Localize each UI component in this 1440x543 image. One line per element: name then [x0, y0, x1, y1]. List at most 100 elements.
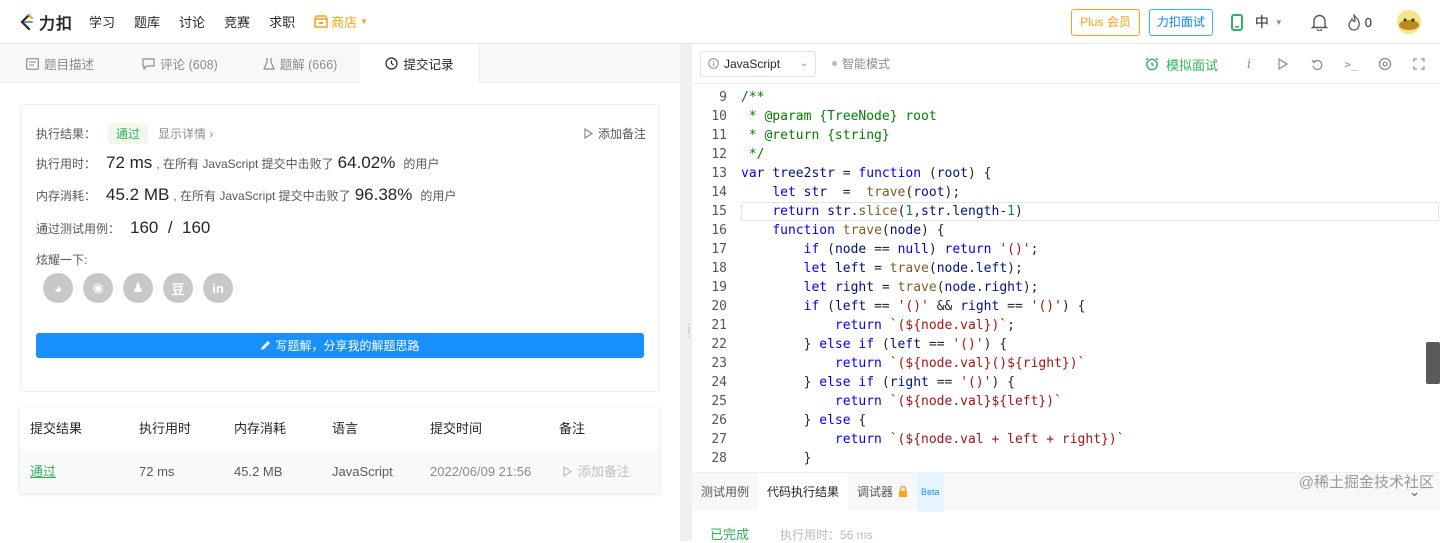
problem-tabs: 题目描述 评论 (608) 题解 (666) 提交记录: [0, 44, 680, 83]
tab-submissions[interactable]: 提交记录: [360, 44, 480, 83]
info-italic-icon[interactable]: i: [1232, 57, 1266, 72]
code-line[interactable]: 14 let str = trave(root);: [692, 183, 1440, 202]
code-line[interactable]: 27 return `(${node.val + left + right})`: [692, 430, 1440, 449]
memory-users: 的用户: [420, 188, 457, 203]
tab-solutions[interactable]: 题解 (666): [240, 44, 360, 83]
code-text: let str = trave(root);: [772, 185, 961, 200]
code-line[interactable]: 16 function trave(node) {: [692, 221, 1440, 240]
run-icon[interactable]: [1266, 58, 1300, 70]
editor-scrollbar[interactable]: [1426, 342, 1440, 384]
qq-icon[interactable]: ♟: [123, 273, 153, 303]
code-line[interactable]: 24 } else if (right == '()') {: [692, 373, 1440, 392]
nav-link-store[interactable]: 商店 ▼: [314, 12, 368, 31]
code-line[interactable]: 17 if (node == null) return '()';: [692, 240, 1440, 259]
alarm-icon: [1145, 57, 1159, 71]
language-switch[interactable]: 中 ▼: [1255, 0, 1283, 44]
code-line[interactable]: 26 } else {: [692, 411, 1440, 430]
runtime-percent: 64.02%: [337, 153, 396, 172]
tab-testcase[interactable]: 测试用例: [692, 473, 758, 511]
code-line[interactable]: 9 /**: [692, 88, 1440, 107]
col-header-runtime: 执行用时: [139, 421, 192, 436]
editor-panel: JavaScript ⌄ 智能模式 模拟面试 i >_ 9 /** 10 * @pa…: [692, 44, 1440, 542]
tab-label: 评论 (608): [160, 58, 218, 72]
row-status-link[interactable]: 通过: [30, 450, 56, 493]
code-text: if (node == null) return '()';: [803, 242, 1039, 257]
tab-description[interactable]: 题目描述: [0, 44, 120, 83]
dot-icon: [832, 61, 837, 66]
code-text: var tree2str = function (root) {: [741, 166, 992, 181]
interview-button[interactable]: 力扣面试: [1148, 8, 1213, 36]
fullscreen-icon[interactable]: [1402, 58, 1436, 70]
run-status: 已完成: [710, 527, 750, 542]
tab-debugger[interactable]: 调试器 Beta: [848, 471, 953, 512]
tab-run-result[interactable]: 代码执行结果: [758, 472, 849, 511]
nav-link-problems[interactable]: 题库: [134, 12, 160, 31]
code-editor[interactable]: 9/** 10 * @param {TreeNode} root 11 * @ret…: [692, 88, 1440, 472]
wechat-icon[interactable]: ◕: [43, 273, 73, 303]
code-line[interactable]: 22 } else if (left == '()') {: [692, 335, 1440, 354]
settings-icon[interactable]: [1368, 57, 1402, 71]
row-time: 2022/06/09 21:56: [430, 464, 532, 479]
result-row: 执行结果： 通过 显示详情 › 添加备注: [36, 123, 646, 144]
row-add-note-button[interactable]: 添加备注: [563, 450, 630, 493]
code-text: } else if (left == '()') {: [741, 337, 1008, 352]
code-line[interactable]: 18 let left = trave(node.left);: [692, 259, 1440, 278]
share-label: 炫耀一下:: [36, 253, 88, 267]
douban-icon[interactable]: 豆: [163, 273, 193, 303]
code-line[interactable]: 20 if (left == '()' && right == '()') {: [692, 297, 1440, 316]
line-number: 19: [711, 280, 727, 295]
add-note-button[interactable]: 添加备注: [584, 125, 646, 142]
points[interactable]: 0: [1347, 0, 1372, 44]
bell-icon[interactable]: [1309, 0, 1331, 44]
nav-link-learn[interactable]: 学习: [89, 12, 115, 31]
memory-text: , 在所有 JavaScript 提交中击败了: [173, 188, 351, 203]
code-line[interactable]: 12 */: [692, 145, 1440, 164]
details-link[interactable]: 显示详情 ›: [158, 125, 213, 142]
code-text: return `(${node.val}()${right})`: [834, 356, 1086, 371]
code-line[interactable]: 15 return str.slice(1,str.length-1): [692, 202, 1440, 221]
plus-member-button[interactable]: Plus 会员: [1071, 8, 1140, 36]
code-text: return `(${node.val + left + right})`: [834, 432, 1125, 447]
code-line[interactable]: 23 return `(${node.val}()${right})`: [692, 354, 1440, 373]
mobile-icon[interactable]: [1227, 0, 1247, 44]
mock-interview-label: 模拟面试: [1165, 57, 1218, 73]
nav-link-contest[interactable]: 竞赛: [224, 12, 250, 31]
code-line[interactable]: 19 let right = trave(node.right);: [692, 278, 1440, 297]
language-value: JavaScript: [724, 56, 781, 71]
nav-link-jobs[interactable]: 求职: [269, 12, 295, 31]
linkedin-icon[interactable]: in: [203, 273, 233, 303]
panel-resizer[interactable]: ⋮ ⋮: [680, 44, 694, 541]
weibo-icon[interactable]: ◉: [83, 273, 113, 303]
mock-interview-button[interactable]: 模拟面试: [1145, 55, 1218, 74]
status-badge: 通过: [108, 123, 149, 144]
runtime-value: 72 ms: [106, 153, 153, 172]
code-line[interactable]: 13 var tree2str = function (root) {: [692, 164, 1440, 183]
code-line[interactable]: 10 * @param {TreeNode} root: [692, 107, 1440, 126]
memory-label: 内存消耗：: [36, 188, 97, 203]
code-text: } else if (right == '()') {: [741, 375, 1015, 390]
avatar[interactable]: [1396, 0, 1422, 44]
runtime-label: 执行用时：: [36, 156, 97, 171]
code-line[interactable]: 25 return `(${node.val}${left})`: [692, 392, 1440, 411]
code-text: function trave(node) {: [772, 223, 945, 238]
tab-comments[interactable]: 评论 (608): [120, 44, 240, 83]
reset-icon[interactable]: [1300, 58, 1334, 71]
row-memory: 45.2 MB: [234, 464, 283, 479]
logo[interactable]: 力扣: [18, 10, 76, 34]
top-navbar: 力扣 学习 题库 讨论 竞赛 求职 商店 ▼ Plus 会员 力扣面试 中 ▼ …: [0, 0, 1440, 44]
smart-mode-toggle[interactable]: 智能模式: [832, 55, 890, 72]
tab-label: 提交记录: [403, 58, 454, 72]
console-icon[interactable]: >_: [1334, 58, 1368, 71]
info-icon: [708, 58, 719, 69]
nav-link-discuss[interactable]: 讨论: [179, 12, 205, 31]
left-panel: 题目描述 评论 (608) 题解 (666) 提交记录 执行结果： 通过 显示详…: [0, 44, 680, 541]
language-label: 中: [1254, 14, 1269, 30]
language-select[interactable]: JavaScript ⌄: [700, 50, 816, 77]
code-line[interactable]: 21 return `(${node.val})`;: [692, 316, 1440, 335]
code-line[interactable]: 28 }: [692, 449, 1440, 468]
write-solution-button[interactable]: 写题解，分享我的解题思路: [36, 333, 644, 358]
row-runtime: 72 ms: [139, 464, 175, 479]
chevron-down-icon: ▼: [360, 17, 369, 26]
code-line[interactable]: 11 * @return {string}: [692, 126, 1440, 145]
run-result-panel: 已完成 执行用时：56 ms: [692, 510, 1440, 542]
